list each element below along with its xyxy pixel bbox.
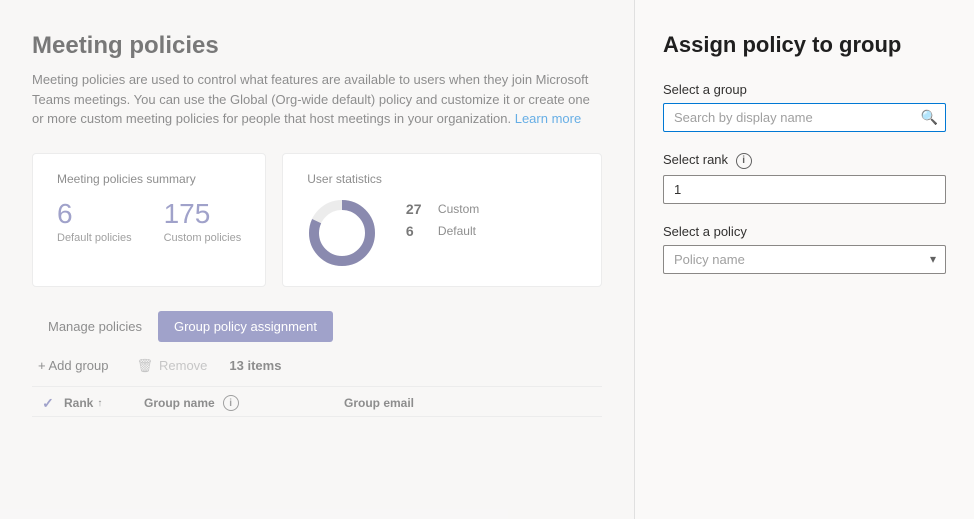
table-header: ✓ Rank ↑ Group name i Group email bbox=[32, 387, 602, 417]
custom-user-count: 27 bbox=[406, 201, 430, 217]
remove-button[interactable]: 🗑 Remove bbox=[130, 354, 213, 378]
tab-group-policy-assignment[interactable]: Group policy assignment bbox=[158, 311, 333, 342]
summary-card-title: Meeting policies summary bbox=[57, 172, 241, 186]
right-panel: Assign policy to group Select a group 🔍 … bbox=[634, 0, 974, 519]
policy-select-wrap: Policy name ▾ bbox=[663, 245, 946, 274]
th-checkbox: ✓ bbox=[32, 395, 64, 412]
tabs-row: Manage policies Group policy assignment bbox=[32, 311, 602, 342]
user-stat-content: User statistics bbox=[307, 172, 382, 268]
user-stat-title: User statistics bbox=[307, 172, 382, 186]
th-rank[interactable]: Rank ↑ bbox=[64, 396, 144, 410]
search-group-input[interactable] bbox=[663, 103, 946, 132]
th-group-email[interactable]: Group email bbox=[344, 396, 544, 410]
left-panel: Meeting policies Meeting policies are us… bbox=[0, 0, 634, 519]
donut-svg bbox=[307, 198, 377, 268]
donut-chart bbox=[307, 198, 377, 268]
default-user-label: Default bbox=[438, 224, 476, 238]
select-policy-label: Select a policy bbox=[663, 224, 946, 239]
meeting-policies-summary-card: Meeting policies summary 6 Default polic… bbox=[32, 153, 266, 287]
page-description: Meeting policies are used to control wha… bbox=[32, 70, 602, 129]
select-rank-form-group: Select rank i bbox=[663, 152, 946, 204]
select-rank-label: Select rank i bbox=[663, 152, 946, 169]
group-name-info-icon[interactable]: i bbox=[223, 395, 239, 411]
panel-title: Assign policy to group bbox=[663, 32, 946, 58]
default-user-count: 6 bbox=[406, 223, 430, 239]
th-group-name[interactable]: Group name i bbox=[144, 395, 344, 411]
check-icon: ✓ bbox=[42, 395, 54, 412]
rank-info-icon[interactable]: i bbox=[736, 153, 752, 169]
rank-input[interactable] bbox=[663, 175, 946, 204]
add-group-button[interactable]: + Add group bbox=[32, 354, 114, 377]
page-title: Meeting policies bbox=[32, 32, 602, 60]
sort-rank-icon: ↑ bbox=[97, 398, 102, 409]
toolbar-row: + Add group 🗑 Remove 13 items bbox=[32, 342, 602, 387]
select-group-form-group: Select a group 🔍 bbox=[663, 82, 946, 132]
summary-card-stats: 6 Default policies 175 Custom policies bbox=[57, 198, 241, 244]
user-statistics-card: User statistics 27 Custom 6 bbox=[282, 153, 602, 287]
custom-label: Custom policies bbox=[164, 232, 242, 244]
default-label: Default policies bbox=[57, 232, 132, 244]
select-policy-form-group: Select a policy Policy name ▾ bbox=[663, 224, 946, 274]
select-group-label: Select a group bbox=[663, 82, 946, 97]
search-input-wrap: 🔍 bbox=[663, 103, 946, 132]
items-count: 13 items bbox=[229, 358, 281, 373]
custom-stat-item: 27 Custom bbox=[406, 201, 479, 217]
stat-legend: 27 Custom 6 Default bbox=[406, 201, 479, 239]
default-stat-item: 6 Default bbox=[406, 223, 479, 239]
policy-select[interactable]: Policy name bbox=[663, 245, 946, 274]
learn-more-link[interactable]: Learn more bbox=[515, 111, 581, 126]
search-icon: 🔍 bbox=[921, 109, 938, 126]
default-count: 6 bbox=[57, 198, 132, 230]
custom-count: 175 bbox=[164, 198, 242, 230]
default-policies-stat: 6 Default policies bbox=[57, 198, 132, 244]
delete-icon: 🗑 bbox=[136, 358, 153, 374]
custom-user-label: Custom bbox=[438, 202, 479, 216]
tab-manage-policies[interactable]: Manage policies bbox=[32, 311, 158, 342]
summary-row: Meeting policies summary 6 Default polic… bbox=[32, 153, 602, 287]
custom-policies-stat: 175 Custom policies bbox=[164, 198, 242, 244]
